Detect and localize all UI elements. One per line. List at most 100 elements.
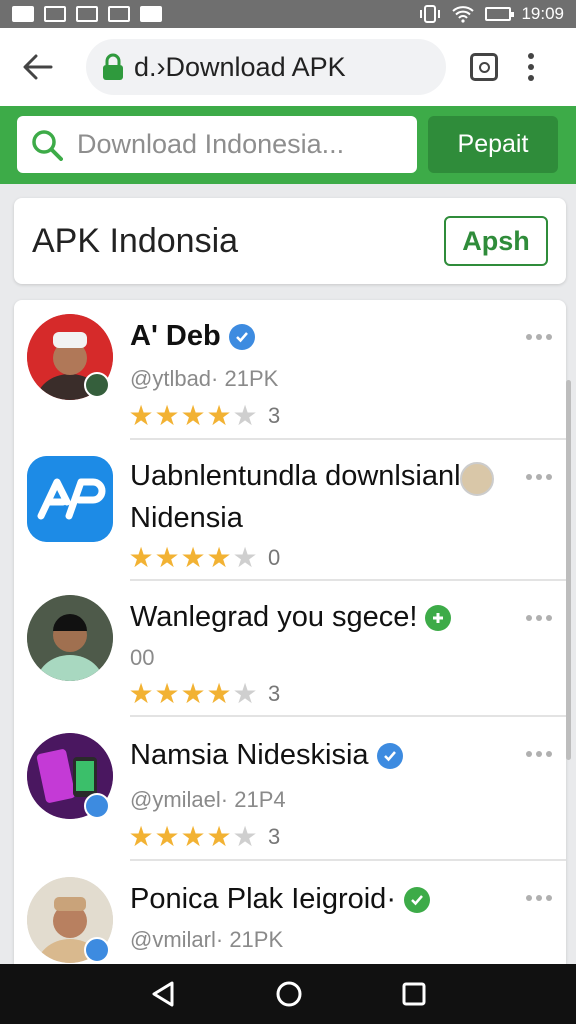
- verified-icon: [403, 887, 430, 914]
- star-icon: ★: [180, 678, 206, 709]
- app-name: A' Deb: [130, 320, 221, 352]
- browser-toolbar: d.›Download APK: [0, 28, 576, 106]
- download-notification-icon: [140, 6, 162, 22]
- star-icon: ★: [154, 821, 180, 852]
- list-item[interactable]: A' Deb @ytlbad· 21PK ★ ★ ★ ★ ★ 3: [14, 300, 566, 440]
- star-icon: ★: [232, 542, 258, 573]
- star-icon: ★: [154, 400, 180, 431]
- star-icon: ★: [232, 400, 258, 431]
- app-title: Uabnlentundla downlsianl: [130, 460, 461, 492]
- search-button[interactable]: Pepait: [428, 116, 558, 173]
- section-header: APK Indonsia Apsh: [14, 198, 566, 284]
- app-name: Namsia Nideskisia: [130, 739, 369, 771]
- rating-count: 0: [268, 545, 281, 570]
- nav-home-icon[interactable]: [275, 980, 303, 1008]
- status-bar: 19:09: [0, 0, 576, 28]
- app-title: Namsia Nideskisia: [130, 739, 403, 772]
- app-avatar: [27, 456, 113, 542]
- wifi-icon: [452, 6, 475, 23]
- app-title: Wanlegrad you sgece!: [130, 601, 452, 634]
- apk-app-icon: [27, 456, 113, 542]
- status-time: 19:09: [521, 4, 564, 23]
- star-icon: ★: [154, 542, 180, 573]
- more-options-button[interactable]: [526, 474, 552, 480]
- app-name: Ponica Plak Ieigroid·: [130, 883, 396, 915]
- app-badge: [84, 937, 110, 963]
- notification-icons: [12, 6, 162, 22]
- star-icon: ★: [154, 678, 180, 709]
- app-badge: [84, 793, 110, 819]
- list-item[interactable]: Uabnlentundla downlsianl Nidensia ★ ★ ★ ★ ★ …: [14, 440, 566, 581]
- star-icon: ★: [128, 400, 154, 431]
- scrollbar[interactable]: [566, 380, 571, 760]
- vibrate-icon: [420, 5, 441, 23]
- menu-dot: [528, 75, 534, 81]
- search-placeholder: Download Indonesia...: [77, 129, 345, 159]
- address-bar[interactable]: d.›Download APK: [86, 39, 446, 95]
- battery-icon: [485, 7, 515, 21]
- nav-recents-icon[interactable]: [402, 982, 426, 1006]
- app-avatar: [27, 595, 113, 681]
- notification-icon: [12, 6, 34, 22]
- list-item[interactable]: Wanlegrad you sgece! 00 ★ ★ ★ ★ ★ 3: [14, 581, 566, 717]
- app-subtitle: @ytlbad· 21PK: [130, 366, 279, 391]
- rating-count: 3: [268, 824, 281, 849]
- star-icon: ★: [128, 542, 154, 573]
- menu-dot: [528, 53, 534, 59]
- section-title: APK Indonsia: [32, 221, 239, 260]
- app-title-line2: Nidensia: [130, 502, 243, 534]
- rating-stars: ★ ★ ★ ★ ★ 3: [128, 402, 280, 430]
- verified-icon: [425, 605, 452, 632]
- app-title: A' Deb: [130, 320, 255, 353]
- app-list: A' Deb @ytlbad· 21PK ★ ★ ★ ★ ★ 3 Uabnlentund…: [14, 300, 566, 980]
- app-badge: [84, 372, 110, 398]
- list-item[interactable]: Ponica Plak Ieigroid· @vmilarl· 21PK: [14, 861, 566, 980]
- star-icon: ★: [180, 400, 206, 431]
- star-icon: ★: [128, 821, 154, 852]
- nav-back-icon[interactable]: [150, 980, 176, 1008]
- verified-icon: [228, 324, 255, 351]
- star-icon: ★: [180, 542, 206, 573]
- url-text: d.›Download APK: [134, 51, 346, 82]
- star-icon: ★: [206, 542, 232, 573]
- back-arrow-icon: [23, 54, 53, 80]
- search-band: Download Indonesia... Pepait: [0, 106, 576, 184]
- more-options-button[interactable]: [526, 615, 552, 621]
- app-subtitle: 00: [130, 645, 155, 670]
- rating-count: 3: [268, 681, 281, 706]
- more-options-button[interactable]: [526, 895, 552, 901]
- person-avatar-icon: [27, 595, 113, 681]
- star-icon: ★: [180, 821, 206, 852]
- app-name: Wanlegrad you sgece!: [130, 601, 418, 633]
- barcode-notification-icon: [108, 6, 130, 22]
- back-button[interactable]: [18, 47, 58, 87]
- star-icon: ★: [206, 400, 232, 431]
- overflow-menu-button[interactable]: [528, 53, 534, 81]
- star-icon: ★: [206, 678, 232, 709]
- tab-switcher-button[interactable]: [470, 53, 498, 81]
- search-icon: [32, 129, 63, 161]
- publisher-avatar: [460, 462, 494, 496]
- more-options-button[interactable]: [526, 334, 552, 340]
- app-title: Ponica Plak Ieigroid·: [130, 883, 430, 916]
- star-icon: ★: [128, 678, 154, 709]
- rating-stars: ★ ★ ★ ★ ★ 0: [128, 544, 280, 572]
- star-icon: ★: [232, 678, 258, 709]
- star-icon: ★: [232, 821, 258, 852]
- more-options-button[interactable]: [526, 751, 552, 757]
- system-nav-bar: [0, 964, 576, 1024]
- system-icons: 19:09: [419, 4, 564, 24]
- verified-icon: [376, 743, 403, 770]
- star-icon: ★: [206, 821, 232, 852]
- camera-notification-icon: [76, 6, 98, 22]
- rating-stars: ★ ★ ★ ★ ★ 3: [128, 823, 280, 851]
- image-notification-icon: [44, 6, 66, 22]
- apsh-button[interactable]: Apsh: [444, 216, 548, 266]
- rating-count: 3: [268, 403, 281, 428]
- rating-stars: ★ ★ ★ ★ ★ 3: [128, 680, 280, 708]
- list-item[interactable]: Namsia Nideskisia @ymilael· 21P4 ★ ★ ★ ★ ★ 3: [14, 717, 566, 861]
- menu-dot: [528, 64, 534, 70]
- app-subtitle: @ymilael· 21P4: [130, 787, 286, 812]
- search-input[interactable]: Download Indonesia...: [17, 116, 417, 173]
- app-subtitle: @vmilarl· 21PK: [130, 927, 284, 952]
